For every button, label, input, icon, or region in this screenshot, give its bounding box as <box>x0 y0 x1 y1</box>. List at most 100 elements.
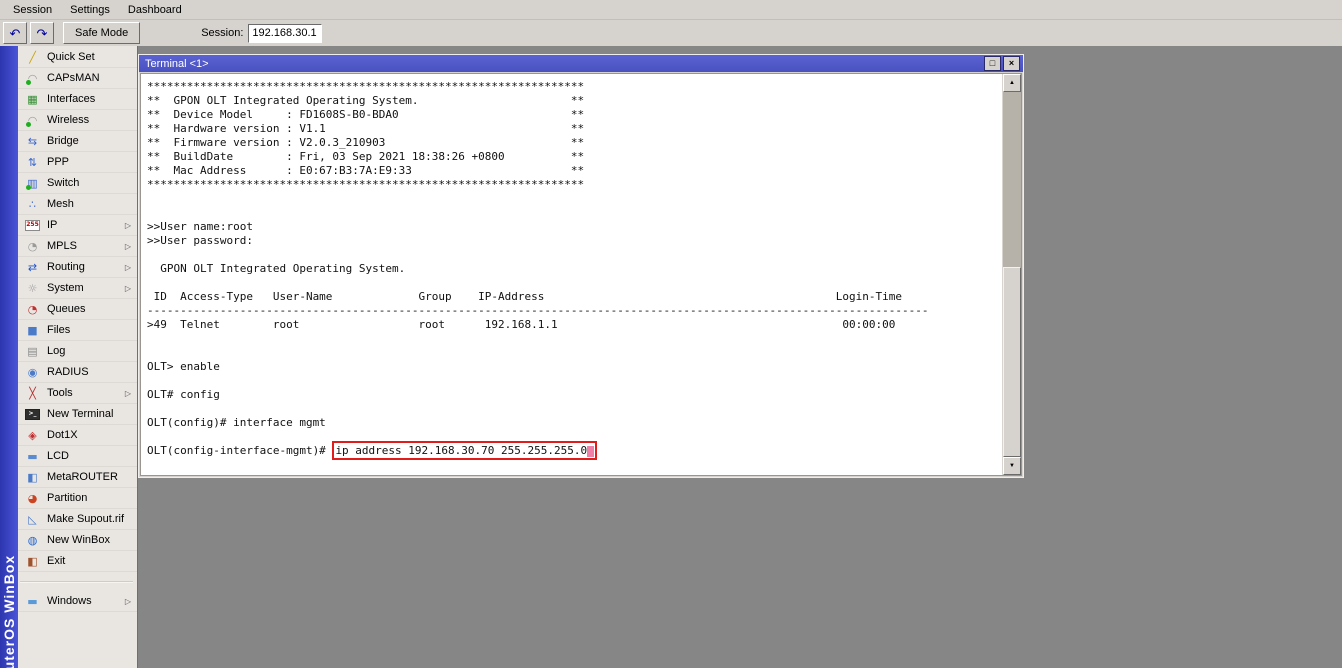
sidebar-item-label: New Terminal <box>47 408 137 420</box>
sidebar-item-label: Switch <box>47 177 137 189</box>
exit-icon: ◧ <box>25 554 40 568</box>
close-button[interactable]: × <box>1003 56 1020 71</box>
sidebar-item-new-winbox[interactable]: ◍New WinBox <box>18 530 137 551</box>
sidebar-item-label: Tools <box>47 387 118 399</box>
prompt-prefix: OLT(config-interface-mgmt)# <box>147 444 332 457</box>
sidebar-item-label: Partition <box>47 492 137 504</box>
scrollbar-track[interactable] <box>1003 92 1021 457</box>
sidebar-item-label: MPLS <box>47 240 118 252</box>
metarouter-icon: ◧ <box>25 470 40 484</box>
brand-strip: RouterOS WinBox <box>0 46 18 668</box>
sidebar-item-wireless[interactable]: ◠Wireless <box>18 110 137 131</box>
sidebar-item-label: LCD <box>47 450 137 462</box>
sidebar-item-files[interactable]: ■Files <box>18 320 137 341</box>
toolbar: ↶ ↷ Safe Mode Session: <box>0 20 1342 47</box>
sidebar-item-routing[interactable]: ⇄Routing▷ <box>18 257 137 278</box>
desktop-area: Terminal <1> □ × ***********************… <box>138 46 1342 668</box>
terminal-cursor <box>587 446 594 457</box>
sidebar-item-mesh[interactable]: ∴ Mesh <box>18 194 137 215</box>
sidebar-item-label: Bridge <box>47 135 137 147</box>
make-supout-icon: ◺ <box>25 512 40 526</box>
routing-icon: ⇄ <box>25 260 40 274</box>
terminal-titlebar[interactable]: Terminal <1> □ × <box>139 55 1023 72</box>
sidebar-item-label: IP <box>47 219 118 231</box>
terminal-output[interactable]: ****************************************… <box>141 74 1002 475</box>
sidebar-item-radius[interactable]: ◉ RADIUS <box>18 362 137 383</box>
sidebar-item-exit[interactable]: ◧ Exit <box>18 551 137 572</box>
sidebar-item-windows[interactable]: ▬Windows▷ <box>18 591 137 612</box>
menu-dashboard[interactable]: Dashboard <box>119 2 191 18</box>
sidebar-item-interfaces[interactable]: ▦Interfaces <box>18 89 137 110</box>
submenu-arrow-icon: ▷ <box>125 284 131 293</box>
sidebar-item-queues[interactable]: ◔ Queues <box>18 299 137 320</box>
sidebar-separator <box>20 581 133 583</box>
sidebar-item-label: Make Supout.rif <box>47 513 137 525</box>
maximize-button[interactable]: □ <box>984 56 1001 71</box>
highlighted-command-box: ip address 192.168.30.70 255.255.255.0 <box>332 441 597 460</box>
sidebar-item-label: Routing <box>47 261 118 273</box>
sidebar-item-dot1x[interactable]: ◈Dot1X <box>18 425 137 446</box>
submenu-arrow-icon: ▷ <box>125 389 131 398</box>
capsman-icon: ◠ <box>25 71 40 85</box>
menu-session[interactable]: Session <box>4 2 61 18</box>
session-label: Session: <box>201 27 243 39</box>
menu-settings[interactable]: Settings <box>61 2 119 18</box>
sidebar-item-label: Mesh <box>47 198 137 210</box>
main-area: RouterOS WinBox ╱Quick Set◠CAPsMAN▦Inter… <box>0 46 1342 668</box>
menu-bar: SessionSettingsDashboard <box>0 0 1342 20</box>
sidebar-item-label: RADIUS <box>47 366 137 378</box>
new-winbox-icon: ◍ <box>25 533 40 547</box>
terminal-content: ****************************************… <box>140 73 1022 476</box>
sidebar-item-bridge[interactable]: ⇆Bridge <box>18 131 137 152</box>
sidebar-item-quick-set[interactable]: ╱Quick Set <box>18 47 137 68</box>
scrollbar-thumb[interactable] <box>1003 267 1021 457</box>
sidebar-item-system[interactable]: ☼System▷ <box>18 278 137 299</box>
mpls-icon: ◔ <box>25 239 40 253</box>
sidebar-item-lcd[interactable]: ▬ LCD <box>18 446 137 467</box>
scroll-down-button[interactable]: ▼ <box>1003 457 1021 475</box>
queues-icon: ◔ <box>25 302 40 316</box>
sidebar-menu: ╱Quick Set◠CAPsMAN▦Interfaces◠Wireless⇆B… <box>18 47 137 612</box>
sidebar-item-switch[interactable]: ▥Switch <box>18 173 137 194</box>
undo-icon: ↶ <box>10 27 21 40</box>
new-terminal-icon: >_ <box>25 409 40 420</box>
undo-button[interactable]: ↶ <box>3 22 27 44</box>
sidebar-item-ppp[interactable]: ⇅ PPP <box>18 152 137 173</box>
command-input-text[interactable]: ip address 192.168.30.70 255.255.255.0 <box>335 444 587 457</box>
log-icon: ▤ <box>25 344 40 358</box>
sidebar-item-ip[interactable]: 255 IP ▷ <box>18 215 137 236</box>
vertical-scrollbar[interactable]: ▲ ▼ <box>1002 74 1021 475</box>
sidebar-item-label: Wireless <box>47 114 137 126</box>
ip-icon: 255 <box>25 220 40 231</box>
terminal-output-text: ****************************************… <box>147 80 928 429</box>
session-input[interactable] <box>248 24 322 43</box>
sidebar-item-mpls[interactable]: ◔MPLS▷ <box>18 236 137 257</box>
sidebar-item-label: Log <box>47 345 137 357</box>
submenu-arrow-icon: ▷ <box>125 221 131 230</box>
sidebar-item-tools[interactable]: ╳ Tools ▷ <box>18 383 137 404</box>
radius-icon: ◉ <box>25 365 40 379</box>
sidebar-item-label: PPP <box>47 156 137 168</box>
sidebar-item-make-supout[interactable]: ◺ Make Supout.rif <box>18 509 137 530</box>
ppp-icon: ⇅ <box>25 155 40 169</box>
terminal-title: Terminal <1> <box>145 58 982 70</box>
tools-icon: ╳ <box>25 386 40 400</box>
safe-mode-button[interactable]: Safe Mode <box>63 22 140 44</box>
mesh-icon: ∴ <box>25 197 40 211</box>
terminal-window: Terminal <1> □ × ***********************… <box>138 54 1024 478</box>
sidebar-item-capsman[interactable]: ◠CAPsMAN <box>18 68 137 89</box>
redo-button[interactable]: ↷ <box>30 22 54 44</box>
sidebar-item-log[interactable]: ▤ Log <box>18 341 137 362</box>
sidebar-item-new-terminal[interactable]: >_ New Terminal <box>18 404 137 425</box>
sidebar-item-label: Queues <box>47 303 137 315</box>
lcd-icon: ▬ <box>25 449 40 463</box>
redo-icon: ↷ <box>37 27 48 40</box>
sidebar-item-label: System <box>47 282 118 294</box>
sidebar-item-metarouter[interactable]: ◧MetaROUTER <box>18 467 137 488</box>
scroll-up-button[interactable]: ▲ <box>1003 74 1021 92</box>
brand-text: RouterOS WinBox <box>1 555 17 668</box>
sidebar-item-partition[interactable]: ◕Partition <box>18 488 137 509</box>
windows-icon: ▬ <box>25 594 40 608</box>
sidebar-item-label: Exit <box>47 555 137 567</box>
sidebar: RouterOS WinBox ╱Quick Set◠CAPsMAN▦Inter… <box>0 46 138 668</box>
